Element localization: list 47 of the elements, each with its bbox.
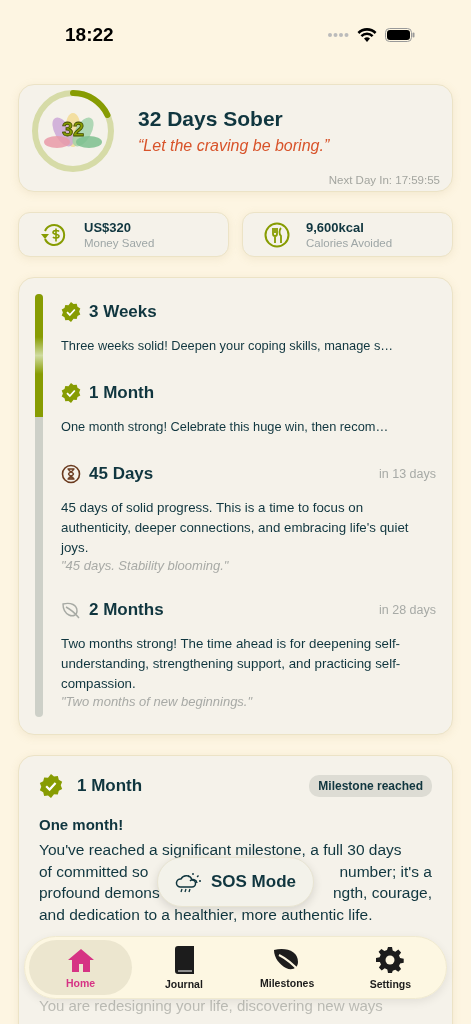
status-time: 18:22 — [65, 24, 114, 46]
fork-knife-icon — [264, 221, 290, 248]
milestone-description: One month strong! Celebrate this huge win, then recom… — [61, 418, 390, 436]
cloud-rain-sun-icon — [175, 870, 203, 894]
milestone-quote: "45 days. Stability blooming." — [61, 558, 230, 573]
battery-icon — [385, 28, 415, 42]
stat-label: Money Saved — [84, 237, 155, 249]
milestone-quote: "Two months of new beginnings." — [61, 694, 254, 709]
check-badge-icon — [39, 774, 63, 798]
stat-value: 9,600kcal — [306, 220, 365, 235]
milestone-title: 1 Month — [89, 383, 155, 403]
stat-label: Calories Avoided — [306, 237, 393, 249]
body-text: and dedication to a healthier, more authentic life. — [39, 904, 373, 925]
stat-value: US$320 — [84, 220, 132, 235]
milestone-eta: in 13 days — [379, 467, 436, 481]
status-badge: Milestone reached — [309, 775, 432, 797]
tab-item[interactable]: Settings — [338, 940, 442, 995]
faded-text: You are redesigning your life, discovering new ways — [39, 997, 384, 1014]
milestone-title: 45 Days — [89, 464, 154, 484]
body-text: profound demons — [39, 883, 160, 903]
check-badge-icon — [61, 383, 81, 403]
tab-item[interactable]: Journal — [132, 940, 236, 995]
body-text: ngth, courage, — [332, 883, 432, 903]
milestone-eta: in 28 days — [379, 603, 436, 617]
body-text: of committed so — [39, 861, 149, 882]
tab-item[interactable]: Milestones — [235, 940, 339, 995]
check-badge-icon — [61, 302, 81, 322]
milestone-title: 2 Months — [89, 600, 164, 620]
detail-heading: One month! — [39, 816, 125, 833]
milestone-description: Three weeks solid! Deepen your coping skills, manage s… — [61, 337, 395, 355]
milestone-description: 45 days of solid progress. This is a time to focus on authenticity, deeper connections, and embracing life's quiet joys. — [61, 499, 410, 557]
settings-icon — [376, 945, 405, 974]
tab-item[interactable]: Home — [29, 940, 133, 995]
milestone-description: Two months strong! The time ahead is for deepening self-understanding, strengthening support, and practicing self-compassion. — [61, 635, 402, 693]
signal-icon — [327, 32, 349, 38]
dollar-refresh-icon — [40, 221, 68, 248]
hourglass-icon — [61, 464, 81, 484]
quote-text: “Let the craving be boring.” — [138, 137, 330, 155]
countdown-text: Next Day In: 17:59:55 — [328, 174, 440, 186]
milestone-title: 3 Weeks — [89, 302, 157, 322]
sober-days-title: 32 Days Sober — [138, 107, 284, 131]
body-text: number; it's a — [339, 861, 432, 882]
day-count: 32 — [60, 118, 86, 141]
leaf-icon — [61, 600, 81, 620]
milestone-title: 1 Month — [77, 776, 143, 796]
body-text: You've reached a significant milestone, a full 30 days — [39, 840, 402, 860]
wifi-icon — [357, 27, 377, 43]
